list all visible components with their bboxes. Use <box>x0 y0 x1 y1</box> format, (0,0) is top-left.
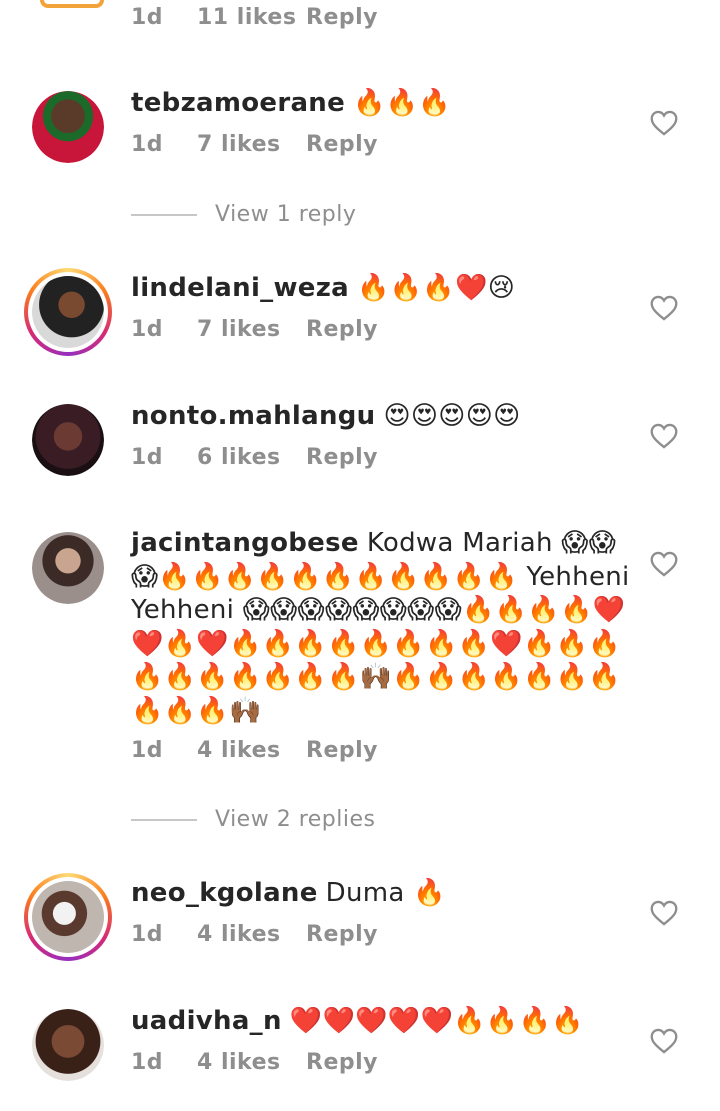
comment-meta: 1d 6 likes Reply <box>131 445 378 470</box>
comment-likes[interactable]: 7 likes <box>197 317 306 342</box>
comment-text: 🔥🔥🔥 <box>353 88 452 118</box>
avatar[interactable] <box>32 91 104 163</box>
comment-time: 1d <box>131 738 164 763</box>
comment-username[interactable]: jacintangobese <box>131 528 359 558</box>
comment-text: Duma 🔥 <box>325 878 446 908</box>
comment-text: 🔥🔥🔥❤️😢 <box>357 273 516 303</box>
heart-outline-icon[interactable] <box>650 423 678 449</box>
avatar-story-ring[interactable] <box>24 873 112 961</box>
view-replies-link[interactable]: View 1 reply <box>131 202 356 227</box>
reply-button[interactable]: Reply <box>306 5 378 30</box>
reply-button[interactable]: Reply <box>306 132 378 157</box>
avatar[interactable] <box>32 532 104 604</box>
reply-button[interactable]: Reply <box>306 1050 378 1075</box>
comment-time: 1d <box>131 445 164 470</box>
view-replies-label[interactable]: View 2 replies <box>215 807 375 832</box>
comment-text: ❤️❤️❤️❤️❤️🔥🔥🔥🔥 <box>289 1006 584 1036</box>
avatar[interactable] <box>32 404 104 476</box>
divider-line <box>131 214 197 216</box>
reply-button[interactable]: Reply <box>306 317 378 342</box>
heart-outline-icon[interactable] <box>650 551 678 577</box>
reply-button[interactable]: Reply <box>306 445 378 470</box>
comment-username[interactable]: neo_kgolane <box>131 878 318 908</box>
avatar-story-ring[interactable] <box>24 268 112 356</box>
comment-text: 😍😍😍😍😍 <box>383 401 521 431</box>
heart-outline-icon[interactable] <box>650 295 678 321</box>
heart-outline-icon[interactable] <box>650 900 678 926</box>
comment-meta-partial: 1d 11 likes Reply <box>131 5 378 30</box>
comment-username[interactable]: tebzamoerane <box>131 88 345 118</box>
avatar-partial[interactable] <box>40 0 104 8</box>
comment-time: 1d <box>131 5 164 30</box>
comment-username[interactable]: nonto.mahlangu <box>131 401 375 431</box>
divider-line <box>131 819 197 821</box>
comment-likes[interactable]: 11 likes <box>197 5 306 30</box>
comment-likes[interactable]: 4 likes <box>197 1050 306 1075</box>
comment-likes[interactable]: 6 likes <box>197 445 306 470</box>
reply-button[interactable]: Reply <box>306 922 378 947</box>
comment-likes[interactable]: 4 likes <box>197 922 306 947</box>
comment-body: uadivha_n ❤️❤️❤️❤️❤️🔥🔥🔥🔥 <box>131 1004 631 1038</box>
comment-body: lindelani_weza 🔥🔥🔥❤️😢 <box>131 271 631 305</box>
comment-meta: 1d 7 likes Reply <box>131 317 378 342</box>
view-replies-label[interactable]: View 1 reply <box>215 202 356 227</box>
avatar[interactable] <box>32 1009 104 1081</box>
comment-meta: 1d 7 likes Reply <box>131 132 378 157</box>
comment-likes[interactable]: 7 likes <box>197 132 306 157</box>
comment-username[interactable]: lindelani_weza <box>131 273 349 303</box>
comment-body: neo_kgolane Duma 🔥 <box>131 876 631 910</box>
comment-likes[interactable]: 4 likes <box>197 738 306 763</box>
comment-body: nonto.mahlangu 😍😍😍😍😍 <box>131 399 631 433</box>
comment-body: jacintangobese Kodwa Mariah 😱😱😱🔥🔥🔥🔥🔥🔥🔥🔥🔥🔥… <box>131 527 631 728</box>
heart-outline-icon[interactable] <box>650 110 678 136</box>
comment-time: 1d <box>131 317 164 342</box>
comment-username[interactable]: uadivha_n <box>131 1006 282 1036</box>
comment-meta: 1d 4 likes Reply <box>131 922 378 947</box>
comment-meta: 1d 4 likes Reply <box>131 738 378 763</box>
comment-time: 1d <box>131 922 164 947</box>
reply-button[interactable]: Reply <box>306 738 378 763</box>
view-replies-link[interactable]: View 2 replies <box>131 807 375 832</box>
comment-time: 1d <box>131 132 164 157</box>
comment-meta: 1d 4 likes Reply <box>131 1050 378 1075</box>
heart-outline-icon[interactable] <box>650 1028 678 1054</box>
comment-body: tebzamoerane 🔥🔥🔥 <box>131 86 631 120</box>
comment-time: 1d <box>131 1050 164 1075</box>
